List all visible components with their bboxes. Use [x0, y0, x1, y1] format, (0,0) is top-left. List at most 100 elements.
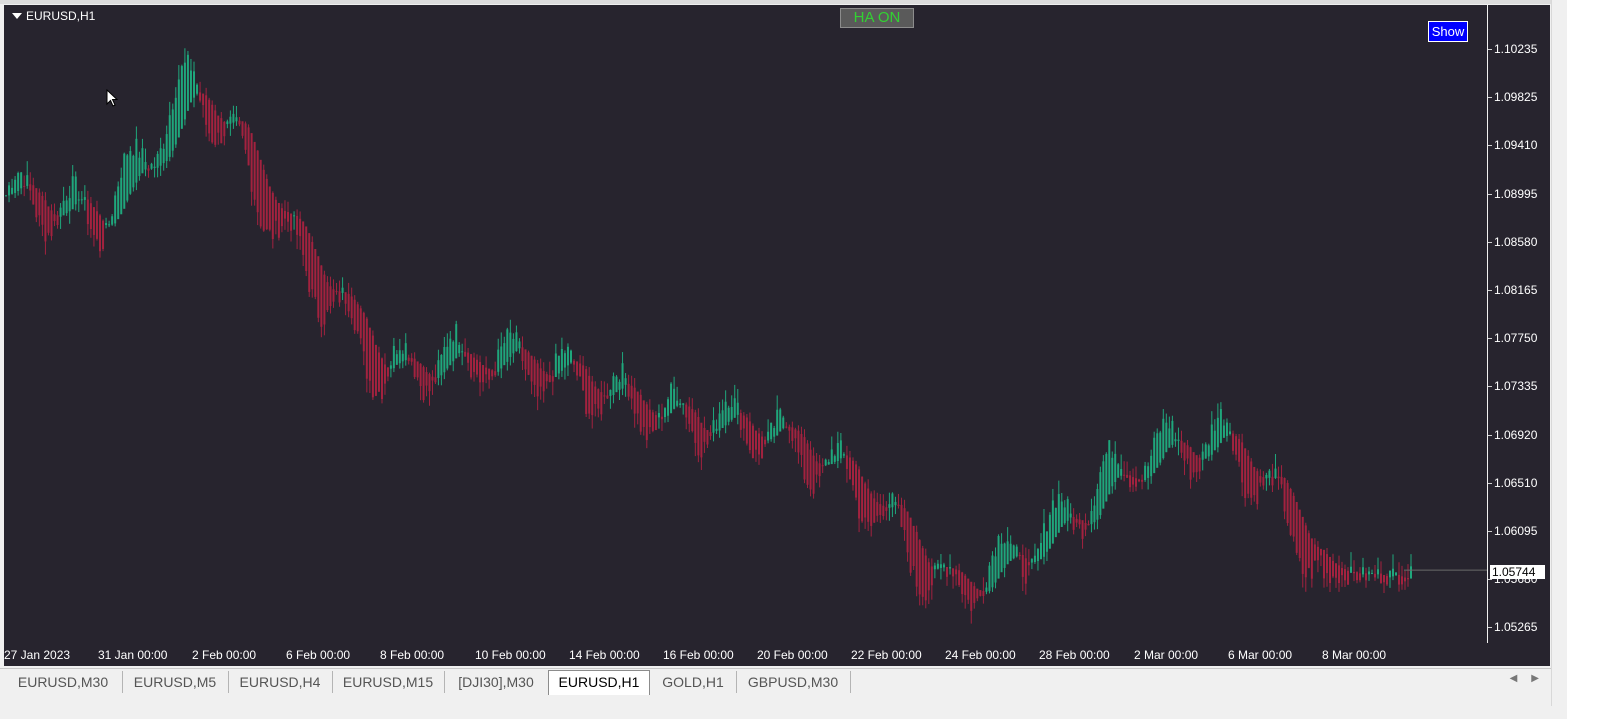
- tab-scroll-right-icon[interactable]: ▶: [1531, 673, 1539, 684]
- candle-body: [1280, 476, 1283, 485]
- candle-body: [1338, 565, 1340, 584]
- candle-body: [670, 383, 673, 414]
- chart-area[interactable]: EURUSD,H1 HA ON Show: [4, 5, 1487, 643]
- candle-body: [924, 555, 927, 601]
- candle-body: [688, 406, 691, 424]
- candle-body: [268, 186, 271, 230]
- tab-gbpusd-m30[interactable]: GBPUSD,M30: [736, 671, 851, 693]
- time-axis-label: 2 Feb 00:00: [192, 648, 257, 662]
- candle-body: [329, 286, 332, 307]
- candle-body: [1332, 560, 1334, 577]
- candle-body: [942, 564, 945, 568]
- candle-body: [709, 432, 712, 436]
- candle-body: [389, 365, 392, 369]
- candle-body: [691, 409, 694, 431]
- candle-body: [1009, 543, 1012, 561]
- candle-body: [806, 443, 809, 485]
- candle-body: [299, 218, 302, 237]
- candle-body: [386, 367, 389, 377]
- candle-body: [697, 416, 700, 456]
- candle-body: [467, 352, 470, 363]
- ha-toggle-button[interactable]: HA ON: [840, 8, 914, 28]
- candle-body: [1265, 474, 1268, 479]
- candle-body: [296, 215, 299, 235]
- horizontal-scrollbar[interactable]: [0, 699, 1551, 706]
- candle-body: [1262, 477, 1265, 486]
- candle-body: [1256, 471, 1259, 505]
- chevron-down-icon[interactable]: [12, 13, 22, 19]
- price-axis-label: 1.08165: [1494, 283, 1538, 297]
- chart-symbol-title[interactable]: EURUSD,H1: [12, 9, 95, 23]
- candle-body: [111, 216, 114, 225]
- tab-gold-h1[interactable]: GOLD,H1: [650, 671, 737, 693]
- candle-body: [1295, 501, 1298, 553]
- candle-body: [153, 166, 156, 168]
- candle-body: [485, 367, 488, 375]
- candle-body: [95, 211, 98, 239]
- candle-body: [165, 134, 168, 161]
- candle-body: [371, 335, 374, 398]
- time-axis: 27 Jan 2023 31 Jan 00:00 2 Feb 00:00 6 Feb …: [4, 643, 1488, 666]
- candle-body: [1126, 474, 1129, 478]
- candle-body: [563, 353, 566, 368]
- candle-body: [1259, 476, 1262, 483]
- chart-window: EURUSD,H1 HA ON Show 1.10235 1.09825 1.094…: [0, 0, 1582, 719]
- candle-body: [1244, 448, 1247, 498]
- candle-body: [730, 407, 733, 420]
- candle-body: [870, 493, 873, 526]
- tab-eurusd-h4[interactable]: EURUSD,H4: [228, 671, 333, 693]
- candle-body: [973, 586, 976, 603]
- tab-eurusd-m5[interactable]: EURUSD,M5: [122, 671, 229, 693]
- candle-body: [679, 403, 682, 406]
- candle-body: [381, 358, 383, 400]
- price-tick: [1488, 482, 1492, 484]
- tab-dji30-m30[interactable]: [DJI30],M30: [444, 671, 549, 693]
- candle-body: [193, 71, 195, 98]
- candle-body: [335, 291, 338, 293]
- candle-body: [1153, 437, 1156, 474]
- candle-body: [1353, 571, 1355, 574]
- candle-body: [196, 84, 199, 94]
- tab-eurusd-h1[interactable]: EURUSD,H1: [548, 670, 650, 695]
- candle-body: [579, 363, 582, 377]
- candle-body: [657, 413, 660, 418]
- candle-body: [1253, 466, 1256, 496]
- candle-body: [1018, 554, 1021, 556]
- candle-body: [952, 568, 955, 577]
- candle-body: [226, 121, 229, 125]
- candle-body: [530, 355, 533, 382]
- candle-body: [1102, 461, 1105, 509]
- candle-body: [536, 363, 539, 397]
- candle-body: [202, 93, 205, 106]
- candle-body: [521, 347, 524, 362]
- candle-body: [1180, 440, 1183, 453]
- candle-body: [912, 525, 915, 567]
- candle-body: [1138, 479, 1141, 482]
- candle-body: [1174, 439, 1177, 442]
- candle-body: [1241, 442, 1244, 483]
- candle-body: [326, 282, 329, 311]
- candle-body: [214, 110, 217, 145]
- candle-body: [171, 109, 174, 151]
- candle-body: [1093, 505, 1096, 523]
- candle-body: [739, 413, 742, 430]
- candle-body: [422, 367, 425, 401]
- tab-scroll-left-icon[interactable]: ◀: [1510, 673, 1518, 684]
- candle-body: [223, 121, 226, 137]
- candle-body: [1407, 578, 1409, 580]
- candle-body: [1159, 432, 1162, 463]
- candle-body: [1319, 548, 1322, 556]
- vertical-scrollbar[interactable]: [1551, 0, 1568, 706]
- candle-body: [815, 461, 818, 475]
- show-button[interactable]: Show: [1428, 21, 1468, 42]
- candle-body: [359, 308, 362, 339]
- price-axis-label: 1.10235: [1494, 42, 1538, 56]
- candle-body: [117, 186, 120, 220]
- candle-body: [290, 213, 293, 231]
- candle-body: [99, 215, 101, 252]
- candle-body: [1377, 569, 1379, 575]
- tab-eurusd-m15[interactable]: EURUSD,M15: [332, 671, 445, 693]
- candle-body: [867, 488, 870, 522]
- candle-body: [497, 349, 500, 372]
- tab-eurusd-m30[interactable]: EURUSD,M30: [4, 671, 123, 693]
